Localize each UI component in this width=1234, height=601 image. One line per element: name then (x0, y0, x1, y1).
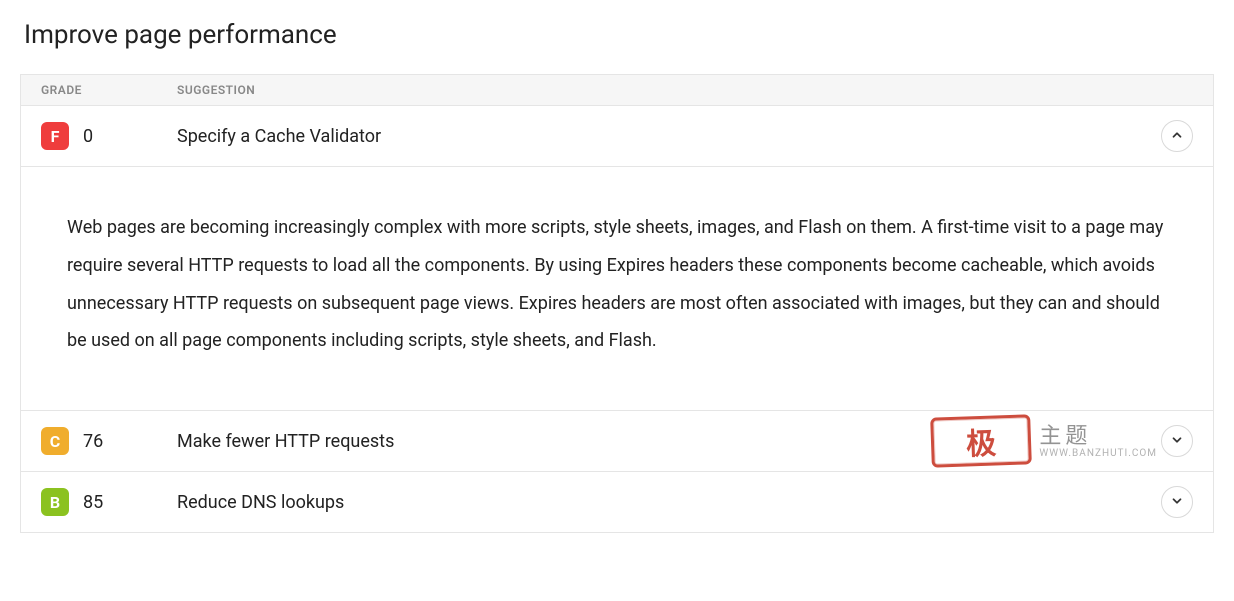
suggestion-details: Web pages are becoming increasingly comp… (21, 166, 1213, 410)
grade-cell: C 76 (41, 427, 177, 455)
table-header: GRADE SUGGESTION (21, 75, 1213, 105)
chevron-down-icon (1170, 494, 1184, 511)
chevron-up-icon (1170, 128, 1184, 145)
suggestions-panel: GRADE SUGGESTION F 0 Specify a Cache Val… (20, 74, 1214, 533)
expand-button[interactable] (1161, 486, 1193, 518)
col-header-suggestion: SUGGESTION (177, 83, 1193, 97)
details-text: Web pages are becoming increasingly comp… (67, 209, 1167, 360)
suggestion-text: Specify a Cache Validator (177, 126, 1161, 147)
grade-badge: C (41, 427, 69, 455)
col-header-grade: GRADE (41, 83, 177, 97)
grade-cell: B 85 (41, 488, 177, 516)
suggestion-row[interactable]: F 0 Specify a Cache Validator (21, 105, 1213, 166)
expand-button[interactable] (1161, 425, 1193, 457)
suggestion-text: Reduce DNS lookups (177, 492, 1161, 513)
grade-score: 76 (83, 431, 103, 452)
suggestion-text: Make fewer HTTP requests (177, 431, 1161, 452)
grade-cell: F 0 (41, 122, 177, 150)
grade-badge: B (41, 488, 69, 516)
suggestion-row[interactable]: B 85 Reduce DNS lookups (21, 471, 1213, 532)
collapse-button[interactable] (1161, 120, 1193, 152)
page-title: Improve page performance (24, 20, 1214, 50)
suggestion-row[interactable]: C 76 Make fewer HTTP requests 极 主题 WWW.B… (21, 410, 1213, 471)
grade-badge: F (41, 122, 69, 150)
chevron-down-icon (1170, 433, 1184, 450)
grade-score: 85 (83, 492, 103, 513)
grade-score: 0 (83, 126, 93, 147)
